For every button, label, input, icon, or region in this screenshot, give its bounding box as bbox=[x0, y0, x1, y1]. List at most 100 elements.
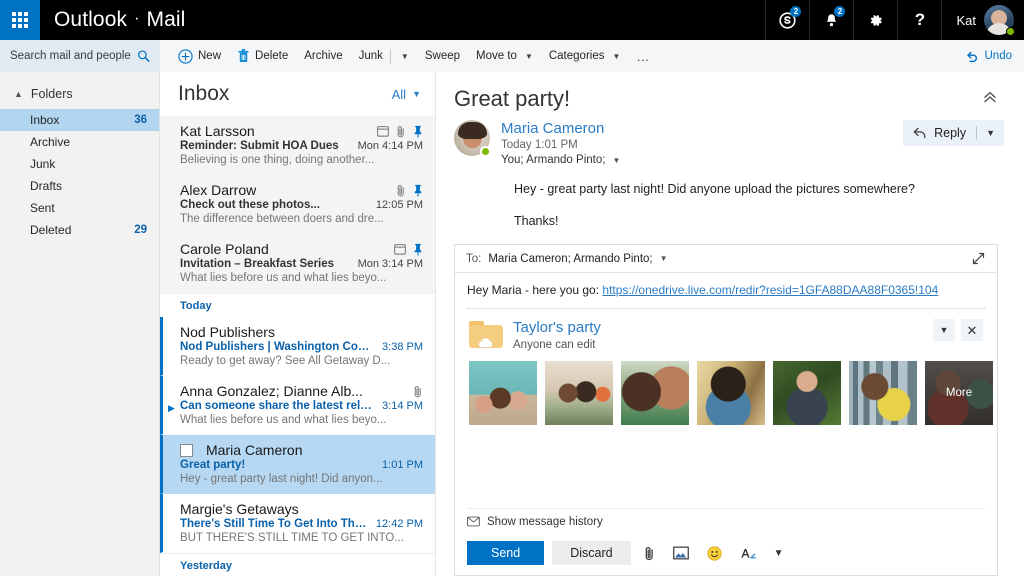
paperclip-icon bbox=[396, 184, 406, 197]
thumbnail-more[interactable]: More bbox=[925, 361, 993, 425]
calendar-icon bbox=[377, 125, 389, 137]
compose-to-row[interactable]: To: Maria Cameron; Armando Pinto; ▼ bbox=[455, 245, 997, 273]
sidebar-item-inbox[interactable]: Inbox 36 bbox=[0, 109, 159, 131]
attach-file-button[interactable] bbox=[639, 546, 660, 561]
list-item-top-row: Anna Gonzalez; Dianne Alb... bbox=[180, 383, 423, 399]
list-item-sender: Margie's Getaways bbox=[180, 501, 423, 517]
compose-to-label: To: bbox=[466, 253, 481, 265]
compose-to-value[interactable]: Maria Cameron; Armando Pinto; bbox=[488, 253, 652, 265]
conversation-expand-icon[interactable]: ▶ bbox=[168, 403, 175, 414]
new-button[interactable]: New bbox=[170, 40, 229, 72]
brand-title[interactable]: Outlook · Mail bbox=[40, 0, 185, 40]
sidebar-item-deleted[interactable]: Deleted 29 bbox=[0, 219, 159, 241]
discard-button[interactable]: Discard bbox=[552, 541, 630, 565]
app-launcher-button[interactable] bbox=[0, 0, 40, 40]
sender-name[interactable]: Maria Cameron bbox=[501, 120, 892, 137]
attachment-remove-button[interactable]: ✕ bbox=[961, 319, 983, 341]
list-item-selected[interactable]: Maria Cameron Great party! 1:01 PM Hey -… bbox=[160, 435, 435, 494]
notifications-button[interactable]: 2 bbox=[809, 0, 853, 40]
compose-text[interactable]: Hey Maria - here you go: https://onedriv… bbox=[467, 283, 985, 297]
reply-button[interactable]: Reply ▼ bbox=[903, 120, 1004, 146]
message-body: Hey - great party last night! Did anyone… bbox=[436, 166, 1024, 230]
list-item-subject: There's Still Time To Get Into The G... bbox=[180, 518, 368, 530]
undo-button[interactable]: Undo bbox=[965, 50, 1013, 63]
picture-icon bbox=[673, 546, 689, 560]
chevron-down-icon[interactable]: ▼ bbox=[612, 52, 620, 61]
compose-toolbar: Send Discard bbox=[455, 534, 997, 575]
paperclip-icon bbox=[413, 385, 423, 398]
sender-avatar[interactable] bbox=[454, 120, 490, 156]
list-item-preview: What lies before us and what lies beyo..… bbox=[180, 272, 423, 284]
skype-button[interactable]: 2 bbox=[765, 0, 809, 40]
thumbnail-3[interactable] bbox=[621, 361, 689, 425]
popout-button[interactable] bbox=[968, 250, 989, 267]
delete-button[interactable]: Delete bbox=[229, 40, 296, 72]
help-button[interactable]: ? bbox=[897, 0, 941, 40]
message-paragraph: Hey - great party last night! Did anyone… bbox=[514, 180, 1004, 198]
insert-picture-button[interactable] bbox=[668, 546, 694, 560]
sidebar-item-drafts[interactable]: Drafts bbox=[0, 175, 159, 197]
chevron-down-icon[interactable]: ▼ bbox=[612, 156, 620, 165]
attachment-thumbnails: More bbox=[469, 361, 983, 425]
list-item[interactable]: Nod Publishers Nod Publishers | Washingt… bbox=[160, 317, 435, 376]
chevron-down-icon[interactable]: ▼ bbox=[660, 254, 668, 263]
more-options-button[interactable]: ▼ bbox=[769, 548, 789, 559]
show-message-history-label: Show message history bbox=[487, 516, 603, 528]
sidebar-item-archive[interactable]: Archive bbox=[0, 131, 159, 153]
formatting-button[interactable] bbox=[735, 546, 761, 561]
list-item[interactable]: Carole Poland bbox=[160, 234, 435, 293]
list-item[interactable]: Kat Larsson bbox=[160, 116, 435, 175]
sweep-button[interactable]: Sweep bbox=[417, 40, 468, 72]
chevron-down-icon[interactable]: ▼ bbox=[977, 128, 1004, 138]
thumbnail-4[interactable] bbox=[697, 361, 765, 425]
collapse-button[interactable] bbox=[976, 86, 1004, 108]
move-to-button[interactable]: Move to ▼ bbox=[468, 40, 541, 72]
list-item-top-row: Kat Larsson bbox=[180, 123, 423, 139]
list-item[interactable]: Alex Darrow Check out these p bbox=[160, 175, 435, 234]
pin-icon[interactable] bbox=[413, 125, 423, 138]
attachment-menu-button[interactable]: ▼ bbox=[933, 319, 955, 341]
calendar-icon bbox=[394, 243, 406, 255]
thumbnail-2[interactable] bbox=[545, 361, 613, 425]
junk-button[interactable]: Junk ▼ bbox=[351, 40, 417, 72]
list-item-top-row: Nod Publishers bbox=[180, 324, 423, 340]
thumbnail-1[interactable] bbox=[469, 361, 537, 425]
pin-icon[interactable] bbox=[413, 184, 423, 197]
more-commands-button[interactable]: … bbox=[628, 40, 658, 72]
thumbnail-6[interactable] bbox=[849, 361, 917, 425]
attachment-name[interactable]: Taylor's party bbox=[513, 319, 601, 336]
junk-label: Junk bbox=[359, 50, 383, 62]
search-input[interactable]: Search mail and people bbox=[0, 40, 160, 72]
compose-body[interactable]: Hey Maria - here you go: https://onedriv… bbox=[455, 273, 997, 508]
list-item-subject: Check out these photos... bbox=[180, 199, 368, 211]
search-icon[interactable] bbox=[137, 49, 150, 63]
thumbnail-5[interactable] bbox=[773, 361, 841, 425]
move-to-label: Move to bbox=[476, 50, 517, 62]
avatar[interactable] bbox=[984, 5, 1014, 35]
sidebar-item-sent[interactable]: Sent bbox=[0, 197, 159, 219]
send-button[interactable]: Send bbox=[467, 541, 544, 565]
categories-button[interactable]: Categories ▼ bbox=[541, 40, 629, 72]
presence-indicator bbox=[480, 146, 491, 157]
list-item-mid-row: Check out these photos... 12:05 PM bbox=[180, 199, 423, 211]
archive-button[interactable]: Archive bbox=[296, 40, 350, 72]
onedrive-link[interactable]: https://onedrive.live.com/redir?resid=1G… bbox=[602, 283, 938, 297]
settings-button[interactable] bbox=[853, 0, 897, 40]
paperclip-icon bbox=[644, 546, 655, 561]
chevron-down-icon[interactable]: ▼ bbox=[401, 52, 409, 61]
list-item[interactable]: Margie's Getaways There's Still Time To … bbox=[160, 494, 435, 553]
list-item-checkbox[interactable] bbox=[180, 444, 193, 457]
list-filter-button[interactable]: All ▼ bbox=[392, 87, 421, 102]
folders-header[interactable]: ▲ Folders bbox=[0, 82, 159, 109]
chevron-down-icon[interactable]: ▼ bbox=[525, 52, 533, 61]
user-menu[interactable]: Kat bbox=[941, 0, 1024, 40]
list-item[interactable]: ▶ Anna Gonzalez; Dianne Alb... Can someo… bbox=[160, 376, 435, 435]
sidebar-item-junk[interactable]: Junk bbox=[0, 153, 159, 175]
attachment-permission: Anyone can edit bbox=[513, 339, 601, 351]
show-message-history-button[interactable]: Show message history bbox=[467, 508, 985, 534]
message-list-scroll[interactable]: Kat Larsson bbox=[160, 116, 435, 576]
list-item-subject: Reminder: Submit HOA Dues bbox=[180, 140, 350, 152]
pin-icon[interactable] bbox=[413, 243, 423, 256]
top-navigation-bar: Outlook · Mail 2 2 ? bbox=[0, 0, 1024, 40]
insert-emoji-button[interactable] bbox=[702, 546, 727, 561]
